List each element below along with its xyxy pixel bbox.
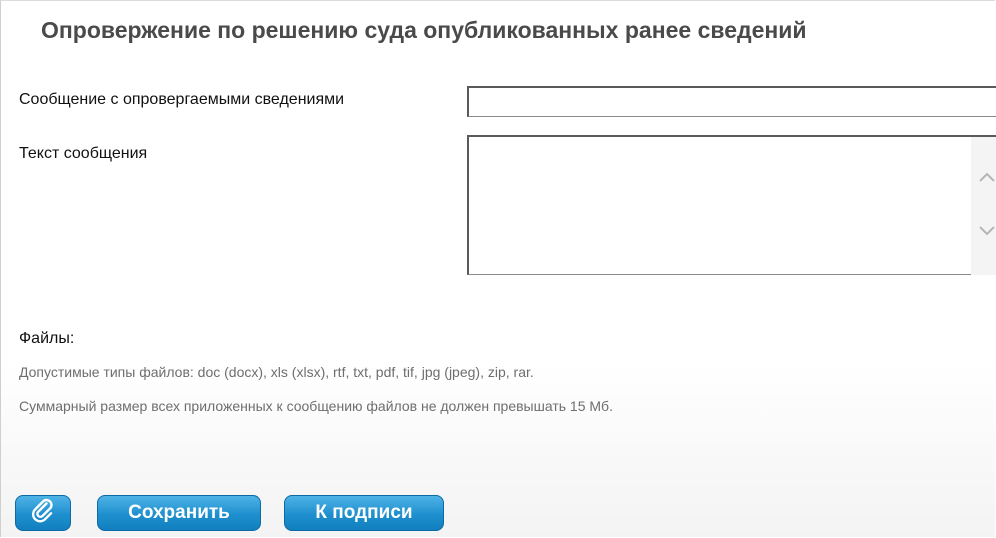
- page-title: Опровержение по решению суда опубликован…: [41, 17, 807, 43]
- files-section-title: Файлы:: [19, 330, 75, 347]
- chevron-up-icon[interactable]: [977, 169, 996, 185]
- allowed-file-types-note: Допустимые типы файлов: doc (docx), xls …: [19, 364, 534, 380]
- message-text-textarea[interactable]: [469, 137, 977, 281]
- save-button[interactable]: Сохранить: [97, 495, 261, 531]
- text-field-label: Текст сообщения: [19, 145, 148, 162]
- message-field-input[interactable]: [467, 86, 996, 117]
- submit-for-signature-button[interactable]: К подписи: [284, 495, 444, 531]
- paperclip-icon: [30, 497, 56, 529]
- attach-file-button[interactable]: [15, 495, 71, 531]
- text-field-container: [467, 135, 996, 281]
- file-size-limit-note: Суммарный размер всех приложенных к сооб…: [19, 398, 613, 414]
- form-panel: Опровержение по решению суда опубликован…: [0, 0, 996, 537]
- message-field-label: Сообщение с опровергаемыми сведениями: [19, 91, 345, 108]
- textarea-scrollbar[interactable]: [971, 137, 996, 275]
- chevron-down-icon[interactable]: [977, 223, 996, 239]
